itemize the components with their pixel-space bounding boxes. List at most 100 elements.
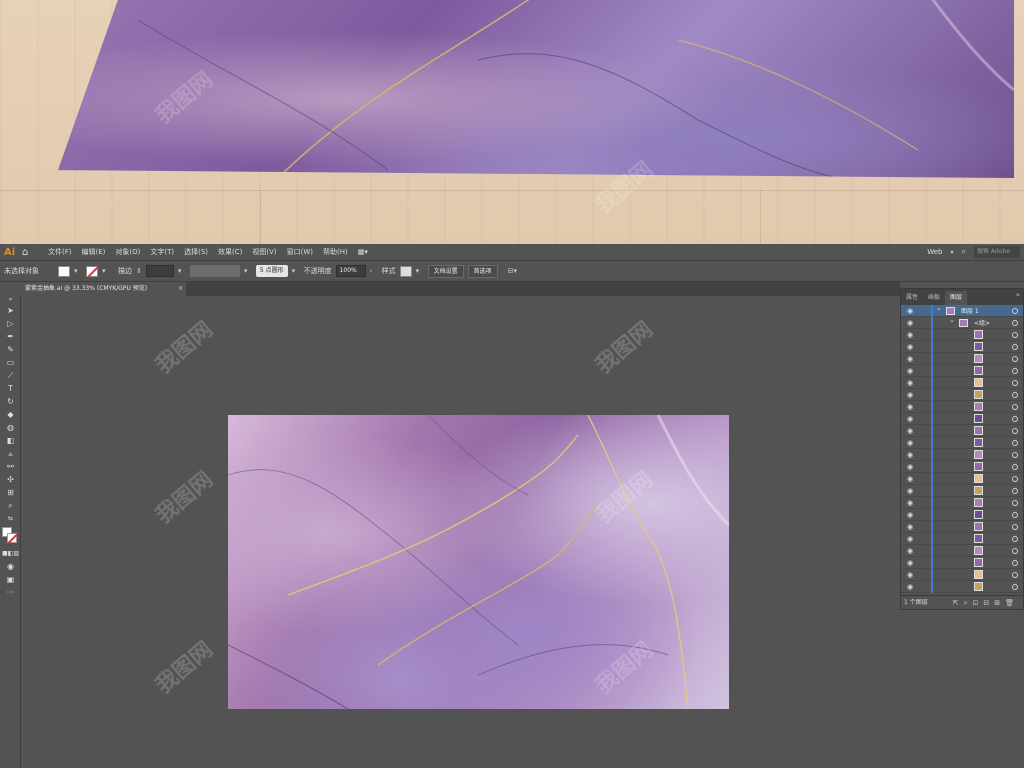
canvas[interactable] xyxy=(21,296,900,768)
eyedropper-tool-icon[interactable]: ⟑ xyxy=(0,447,21,460)
target-icon[interactable] xyxy=(1012,572,1018,578)
layer-row-item[interactable]: ◉ xyxy=(901,329,1023,341)
menu-window[interactable]: 窗口(W) xyxy=(287,247,313,257)
tab-layers[interactable]: 图层 xyxy=(945,291,968,305)
eye-icon[interactable]: ◉ xyxy=(901,391,919,399)
target-icon[interactable] xyxy=(1012,416,1018,422)
close-icon[interactable]: × xyxy=(178,282,183,296)
zoom-tool-icon[interactable]: ⌕ xyxy=(0,499,21,512)
eye-icon[interactable]: ◉ xyxy=(901,511,919,519)
layer-row-item[interactable]: ◉ xyxy=(901,581,1023,593)
layer-row-item[interactable]: ◉ xyxy=(901,341,1023,353)
stroke-weight-field[interactable] xyxy=(145,265,174,277)
opacity-field[interactable]: 100% xyxy=(335,265,366,277)
target-icon[interactable] xyxy=(1012,524,1018,530)
eye-icon[interactable]: ◉ xyxy=(901,379,919,387)
chevron-right-icon[interactable]: › xyxy=(370,266,378,276)
eye-icon[interactable]: ◉ xyxy=(901,475,919,483)
target-icon[interactable] xyxy=(1012,512,1018,518)
layer-row-item[interactable]: ◉ xyxy=(901,569,1023,581)
gradient-tool-icon[interactable]: ◧ xyxy=(0,434,21,447)
eye-icon[interactable]: ◉ xyxy=(901,403,919,411)
layer-row-item[interactable]: ◉ xyxy=(901,365,1023,377)
fill-stroke-indicator[interactable] xyxy=(0,525,21,547)
variable-width-profile[interactable] xyxy=(189,265,240,277)
target-icon[interactable] xyxy=(1012,380,1018,386)
collapse-panel-icon[interactable]: » xyxy=(1016,291,1020,299)
arrange-icon[interactable]: ⊟▾ xyxy=(508,267,517,275)
menu-help[interactable]: 帮助(H) xyxy=(323,247,348,257)
eye-icon[interactable]: ◉ xyxy=(901,583,919,591)
target-icon[interactable] xyxy=(1012,440,1018,446)
symbol-sprayer-tool-icon[interactable]: ✣ xyxy=(0,473,21,486)
artboard-tool-icon[interactable]: ⊞ xyxy=(0,486,21,499)
eye-icon[interactable]: ◉ xyxy=(901,307,919,315)
type-tool-icon[interactable]: T xyxy=(0,382,21,395)
chevron-down-icon[interactable]: ▾ xyxy=(74,266,82,276)
stroke-swatch[interactable] xyxy=(86,265,98,277)
layer-row-item[interactable]: ◉ xyxy=(901,449,1023,461)
rotate-tool-icon[interactable]: ↻ xyxy=(0,395,21,408)
search-input[interactable]: 搜索 Adobe xyxy=(974,246,1020,258)
menu-effect[interactable]: 效果(C) xyxy=(218,247,242,257)
workspace-switcher[interactable]: Web xyxy=(927,248,942,256)
layer-row-item[interactable]: ◉ xyxy=(901,389,1023,401)
panel-footer-icons[interactable]: ⇱⌕⊡⊟⊞🗑 xyxy=(953,596,1019,610)
stroke-weight-stepper[interactable]: ⇕ xyxy=(136,267,142,275)
layer-row-item[interactable]: ◉ xyxy=(901,509,1023,521)
blend-tool-icon[interactable]: ⚯ xyxy=(0,460,21,473)
layer-row-item[interactable]: ◉ xyxy=(901,521,1023,533)
chevron-down-icon[interactable]: ▾ xyxy=(416,266,424,276)
layer-row-item[interactable]: ◉ xyxy=(901,377,1023,389)
target-icon[interactable] xyxy=(1012,344,1018,350)
eraser-tool-icon[interactable]: ◆ xyxy=(0,408,21,421)
layer-row-item[interactable]: ◉ xyxy=(901,413,1023,425)
layer-row-item[interactable]: ◉ xyxy=(901,437,1023,449)
document-tab[interactable]: 雾紫金抽象.ai @ 33.33% (CMYK/GPU 预览) × xyxy=(21,282,186,296)
eye-icon[interactable]: ◉ xyxy=(901,571,919,579)
target-icon[interactable] xyxy=(1012,536,1018,542)
eye-icon[interactable]: ◉ xyxy=(901,535,919,543)
layer-row-item[interactable]: ◉ xyxy=(901,533,1023,545)
eye-icon[interactable]: ◉ xyxy=(901,319,919,327)
graphic-style-swatch[interactable] xyxy=(399,265,412,277)
collapse-arrows-icon[interactable]: » xyxy=(0,296,21,304)
target-icon[interactable] xyxy=(1012,356,1018,362)
layer-row-item[interactable]: ◉ xyxy=(901,485,1023,497)
target-icon[interactable] xyxy=(1012,548,1018,554)
layer-row-item[interactable]: ◉ xyxy=(901,545,1023,557)
chevron-down-icon[interactable]: ▾ xyxy=(244,266,252,276)
search-icon[interactable]: ⌕ xyxy=(962,247,966,257)
chevron-down-icon[interactable]: ⌄ xyxy=(949,316,955,324)
menu-select[interactable]: 选择(S) xyxy=(184,247,208,257)
tab-properties[interactable]: 属性 xyxy=(901,291,923,305)
selection-tool-icon[interactable]: ➤ xyxy=(0,304,21,317)
layer-row-item[interactable]: ◉ xyxy=(901,557,1023,569)
eye-icon[interactable]: ◉ xyxy=(901,499,919,507)
target-icon[interactable] xyxy=(1012,308,1018,314)
layer-row-item[interactable]: ◉ xyxy=(901,497,1023,509)
stroke-swatch[interactable] xyxy=(7,533,17,543)
target-icon[interactable] xyxy=(1012,428,1018,434)
eye-icon[interactable]: ◉ xyxy=(901,487,919,495)
tab-artboards[interactable]: 画板 xyxy=(923,291,945,305)
target-icon[interactable] xyxy=(1012,392,1018,398)
chevron-down-icon[interactable]: ▾ xyxy=(292,266,300,276)
curvature-tool-icon[interactable]: ✎ xyxy=(0,343,21,356)
opacity-label[interactable]: 不透明度 xyxy=(304,266,332,276)
target-icon[interactable] xyxy=(1012,464,1018,470)
target-icon[interactable] xyxy=(1012,404,1018,410)
fill-swatch[interactable] xyxy=(58,265,70,277)
target-icon[interactable] xyxy=(1012,500,1018,506)
eye-icon[interactable]: ◉ xyxy=(901,559,919,567)
eye-icon[interactable]: ◉ xyxy=(901,355,919,363)
layer-name[interactable]: 图层 1 xyxy=(961,306,979,315)
eye-icon[interactable]: ◉ xyxy=(901,463,919,471)
menu-file[interactable]: 文件(F) xyxy=(48,247,72,257)
chevron-down-icon[interactable]: ▾ xyxy=(178,266,186,276)
target-icon[interactable] xyxy=(1012,332,1018,338)
rectangle-tool-icon[interactable]: ▭ xyxy=(0,356,21,369)
paintbrush-tool-icon[interactable]: ⟋ xyxy=(0,369,21,382)
menu-type[interactable]: 文字(T) xyxy=(150,247,174,257)
eye-icon[interactable]: ◉ xyxy=(901,427,919,435)
